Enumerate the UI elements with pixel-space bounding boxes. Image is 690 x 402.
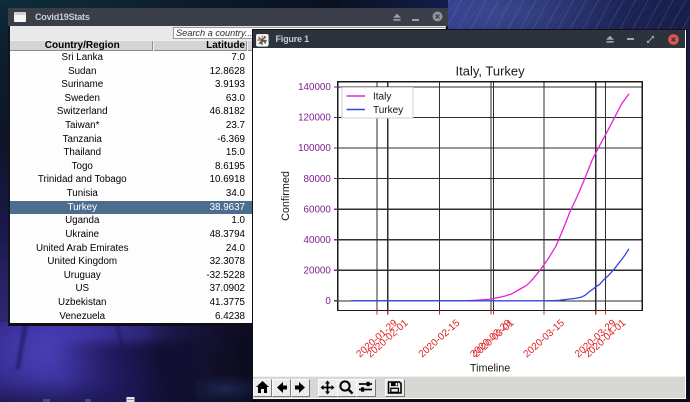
svg-text:60000: 60000 <box>303 204 331 215</box>
svg-text:100000: 100000 <box>298 143 331 154</box>
svg-text:80000: 80000 <box>303 173 331 184</box>
svg-text:40000: 40000 <box>303 234 331 245</box>
svg-text:Confirmed: Confirmed <box>280 171 292 221</box>
svg-text:20000: 20000 <box>303 265 331 276</box>
svg-text:2020-03-15: 2020-03-15 <box>521 317 567 360</box>
svg-text:Italy: Italy <box>373 91 391 102</box>
svg-text:Italy, Turkey: Italy, Turkey <box>455 63 525 78</box>
svg-text:120000: 120000 <box>298 112 331 123</box>
svg-text:0: 0 <box>325 296 331 307</box>
svg-text:2020-03-01: 2020-03-01 <box>471 317 517 360</box>
svg-text:2020-02-15: 2020-02-15 <box>416 317 462 360</box>
svg-text:Timeline: Timeline <box>469 362 509 374</box>
svg-text:Turkey: Turkey <box>373 104 403 115</box>
svg-text:140000: 140000 <box>298 82 331 93</box>
